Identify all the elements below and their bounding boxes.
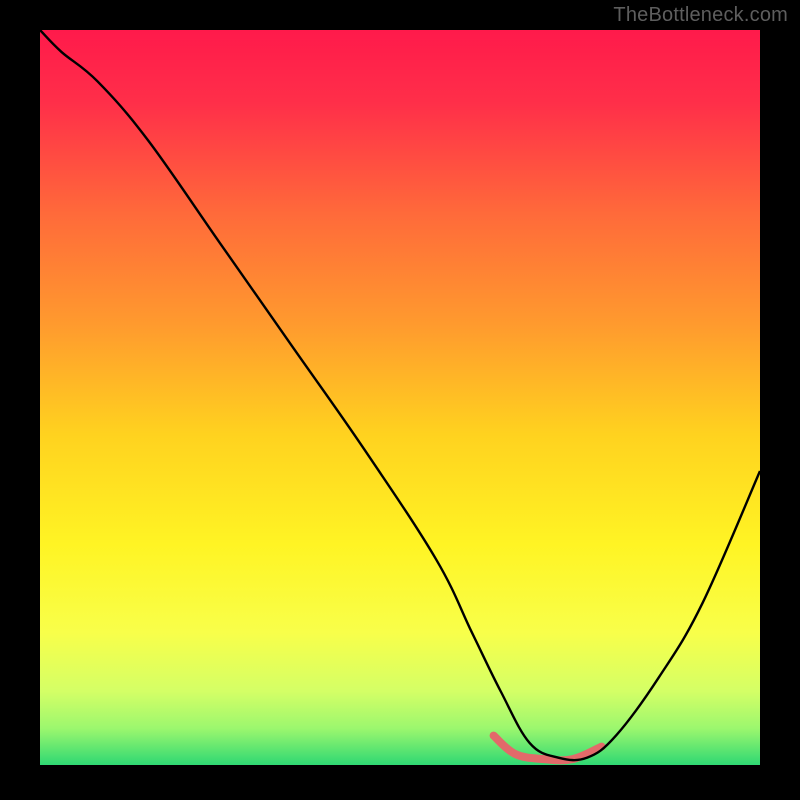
watermark-text: TheBottleneck.com [613, 4, 788, 27]
bottleneck-chart [0, 0, 800, 800]
